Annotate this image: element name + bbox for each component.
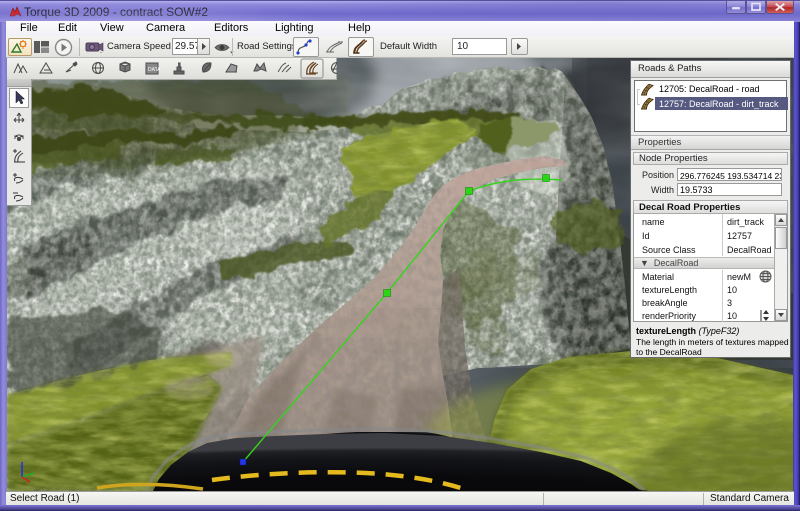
svg-text:DATA: DATA (148, 67, 161, 73)
